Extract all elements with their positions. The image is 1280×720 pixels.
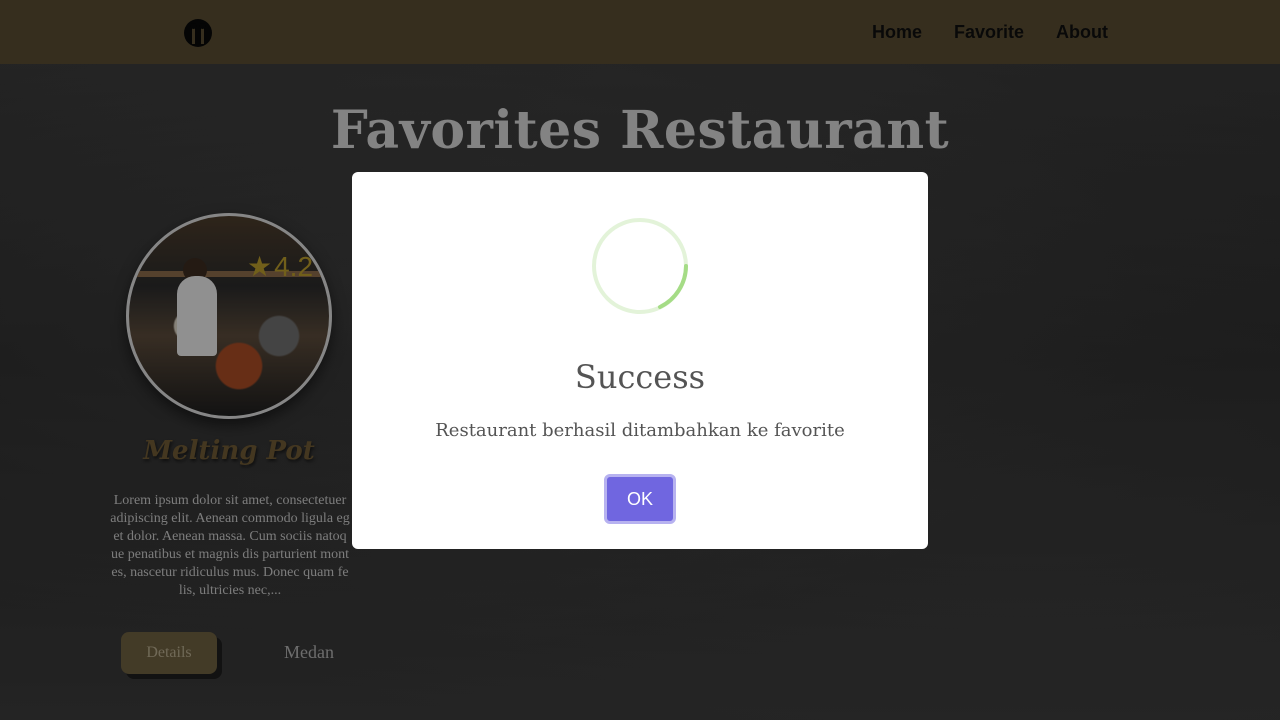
- success-spinner-icon: [592, 218, 688, 314]
- dialog-message: Restaurant berhasil ditambahkan ke favor…: [435, 420, 845, 441]
- navbar-dim: [0, 0, 1280, 64]
- ok-button[interactable]: OK: [604, 474, 676, 524]
- success-dialog: Success Restaurant berhasil ditambahkan …: [352, 172, 928, 549]
- dialog-title: Success: [574, 358, 706, 396]
